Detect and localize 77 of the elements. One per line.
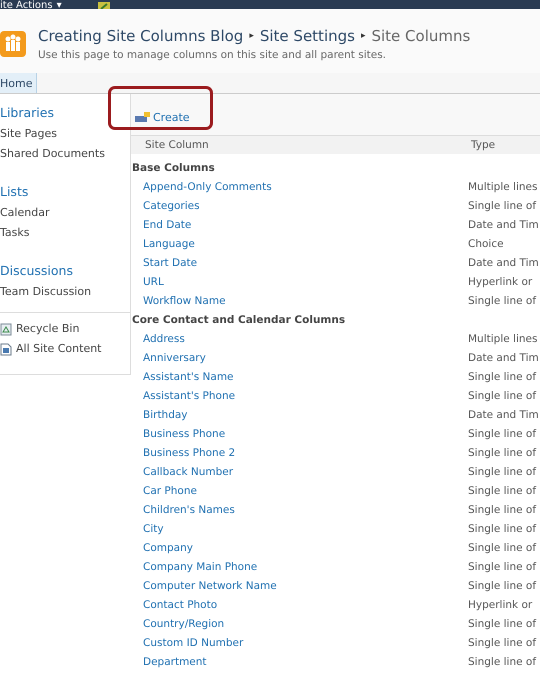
column-type: Single line of (468, 484, 538, 496)
column-header[interactable]: Type (471, 139, 540, 151)
column-link[interactable]: End Date (131, 218, 468, 230)
column-link[interactable]: Workflow Name (131, 294, 468, 306)
nav-heading[interactable]: Libraries (0, 105, 130, 120)
column-link[interactable]: Computer Network Name (131, 580, 468, 592)
column-type: Multiple lines (468, 332, 538, 344)
column-link[interactable]: Assistant's Name (131, 370, 468, 382)
column-type: Single line of (468, 542, 538, 554)
nav-item[interactable]: Tasks (0, 223, 130, 243)
column-type: Single line of (468, 466, 538, 478)
column-link[interactable]: Anniversary (131, 352, 468, 364)
column-link[interactable]: Car Phone (131, 484, 468, 496)
column-type: Single line of (468, 428, 538, 440)
nav-heading[interactable]: Lists (0, 184, 130, 199)
column-link[interactable]: City (131, 522, 468, 534)
edit-page-icon[interactable] (98, 2, 110, 9)
column-link[interactable]: Categories (131, 200, 468, 212)
column-link[interactable]: Callback Number (131, 466, 468, 478)
column-link[interactable]: Country/Region (131, 618, 468, 630)
column-type: Single line of (468, 618, 538, 630)
breadcrumb-link[interactable]: Site Settings (260, 27, 355, 45)
column-type: Multiple lines (468, 180, 538, 192)
nav-item[interactable]: All Site Content (16, 339, 102, 359)
recycle-bin-icon (0, 322, 12, 336)
column-type: Date and Tim (468, 218, 540, 230)
nav-heading[interactable]: Discussions (0, 263, 130, 278)
column-link[interactable]: Department (131, 656, 468, 668)
column-type: Single line of (468, 504, 538, 516)
group-heading: Base Columns (131, 160, 216, 176)
column-link[interactable]: Children's Names (131, 504, 468, 516)
column-link[interactable]: Business Phone 2 (131, 446, 468, 458)
column-type: Single line of (468, 560, 538, 572)
nav-item[interactable]: Calendar (0, 203, 130, 223)
nav-item[interactable]: Site Pages (0, 124, 130, 144)
column-type: Choice (468, 238, 505, 250)
column-link[interactable]: Address (131, 332, 468, 344)
column-type: Date and Tim (468, 408, 540, 420)
group-heading: Core Contact and Calendar Columns (131, 312, 346, 328)
column-link[interactable]: Business Phone (131, 428, 468, 440)
create-button[interactable]: Create (135, 111, 190, 124)
nav-item[interactable]: Shared Documents (0, 144, 130, 164)
column-type: Single line of (468, 294, 538, 306)
column-type: Single line of (468, 656, 538, 668)
column-type: Single line of (468, 446, 538, 458)
column-link[interactable]: Custom ID Number (131, 636, 468, 648)
new-item-icon (135, 112, 150, 123)
tab[interactable]: Home (0, 73, 38, 93)
breadcrumb-separator: ▸ (249, 31, 254, 41)
column-link[interactable]: URL (131, 276, 468, 288)
column-type: Date and Tim (468, 256, 540, 268)
column-link[interactable]: Language (131, 238, 468, 250)
column-link[interactable]: Start Date (131, 256, 468, 268)
breadcrumb-separator: ▸ (360, 31, 366, 41)
page-title: Site Columns (371, 27, 470, 45)
column-link[interactable]: Company (131, 542, 468, 554)
column-type: Single line of (468, 370, 538, 382)
column-type: Single line of (468, 580, 538, 592)
column-header[interactable]: Site Column (131, 139, 471, 151)
column-type: Hyperlink or (468, 276, 534, 288)
column-type: Date and Tim (468, 352, 540, 364)
nav-item[interactable]: Team Discussion (0, 282, 130, 302)
nav-item[interactable]: Recycle Bin (16, 319, 80, 339)
column-type: Hyperlink or (468, 598, 534, 610)
column-link[interactable]: Append-Only Comments (131, 180, 468, 192)
column-link[interactable]: Contact Photo (131, 598, 468, 610)
site-actions-menu[interactable]: ite Actions (0, 1, 53, 9)
column-type: Single line of (468, 636, 538, 648)
column-type: Single line of (468, 200, 538, 212)
column-link[interactable]: Assistant's Phone (131, 390, 468, 402)
column-link[interactable]: Birthday (131, 408, 468, 420)
column-type: Single line of (468, 390, 538, 402)
breadcrumb-link[interactable]: Creating Site Columns Blog (38, 27, 244, 45)
page-description: Use this page to manage columns on this site and all parent sites. (38, 49, 388, 61)
column-link[interactable]: Company Main Phone (131, 560, 468, 572)
caret-icon[interactable]: ▾ (56, 1, 62, 9)
column-type: Single line of (468, 522, 538, 534)
